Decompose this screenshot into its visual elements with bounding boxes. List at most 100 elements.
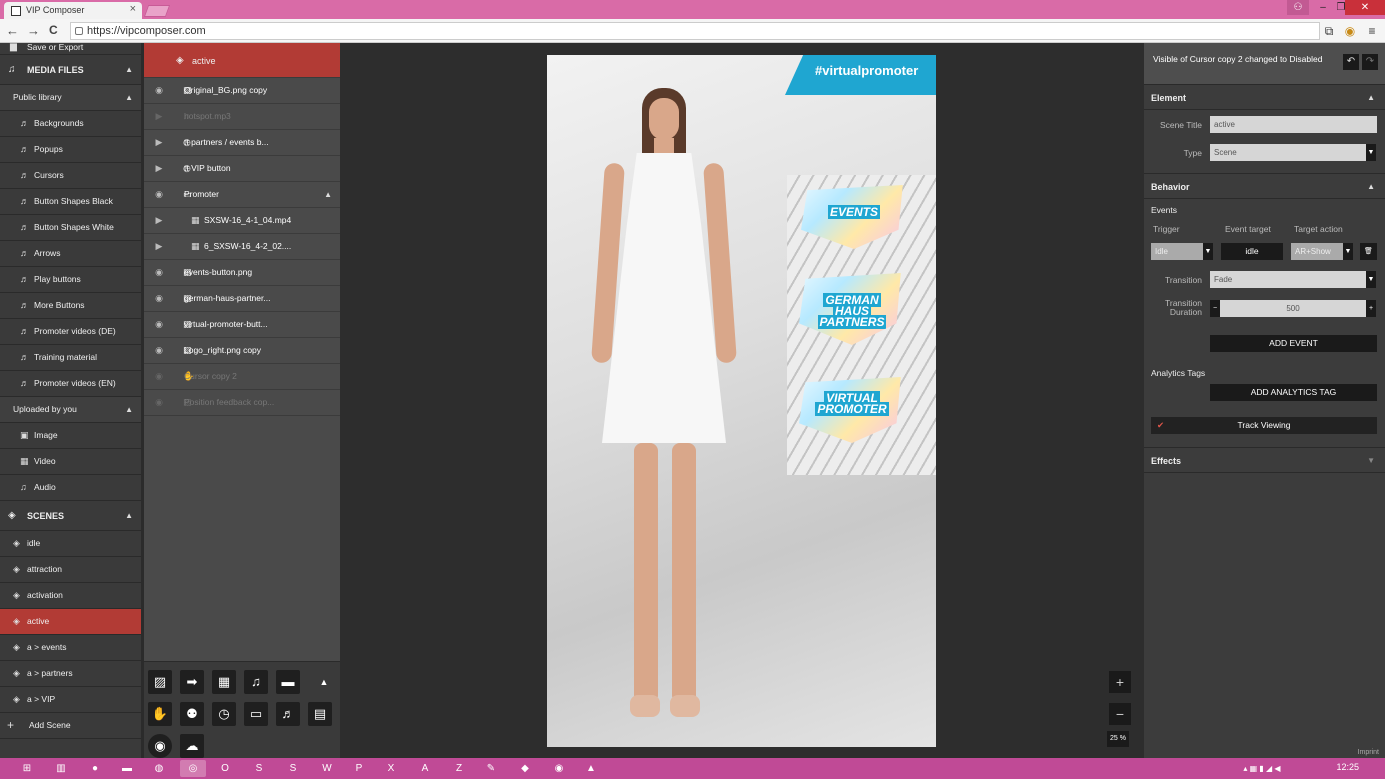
start-icon[interactable]: ⊞: [14, 760, 40, 777]
music-tool-icon[interactable]: ♫: [244, 670, 268, 694]
public-library-item[interactable]: ♬ Arrows: [0, 241, 141, 267]
add-analytics-tag-button[interactable]: ADD ANALYTICS TAG: [1210, 384, 1377, 401]
powerpoint-icon[interactable]: P: [346, 760, 372, 777]
layer-row[interactable]: ▶ ♫ hotspot.mp3: [144, 104, 340, 130]
chevron-down-icon[interactable]: ▼: [1367, 448, 1375, 474]
public-library-item[interactable]: ♬ Popups: [0, 137, 141, 163]
public-library-item[interactable]: ♬ Play buttons: [0, 267, 141, 293]
decrement-button[interactable]: −: [1210, 300, 1220, 317]
people-tool-icon[interactable]: ⚉: [180, 702, 204, 726]
public-library-item[interactable]: ♬ Promoter videos (EN): [0, 371, 141, 397]
chevron-down-icon[interactable]: ▼: [1203, 243, 1213, 260]
collapse-icon[interactable]: ▲: [1367, 85, 1375, 111]
skype-icon[interactable]: S: [246, 760, 272, 777]
trigger-select[interactable]: Idle: [1151, 243, 1203, 260]
trash-icon[interactable]: 🗑: [1360, 243, 1377, 260]
undo-icon[interactable]: ↶: [1343, 54, 1359, 70]
collapse-toolbox-icon[interactable]: ▲: [312, 670, 336, 694]
type-select[interactable]: Scene: [1210, 144, 1366, 161]
layer-row[interactable]: ◉ ▨ Position feedback cop...: [144, 390, 340, 416]
target-tool-icon[interactable]: ◉: [148, 734, 172, 758]
public-library-item[interactable]: ♬ Button Shapes White: [0, 215, 141, 241]
layer-row[interactable]: ◉ ▨ Logo_right.png copy: [144, 338, 340, 364]
layer-row[interactable]: ◉ ✋ Cursor copy 2: [144, 364, 340, 390]
scene-item[interactable]: ◈ idle: [0, 531, 141, 557]
behavior-section-header[interactable]: Behavior ▲: [1144, 173, 1385, 199]
layer-row[interactable]: ▶ ▦ 6_SXSW-16_4-2_02....: [144, 234, 340, 260]
playlist-tool-icon[interactable]: ♬: [276, 702, 300, 726]
scene-title-input[interactable]: active: [1210, 116, 1377, 133]
tab-close-icon[interactable]: ×: [130, 3, 136, 15]
add-scene-button[interactable]: + Add Scene: [0, 713, 141, 739]
image-tool-icon[interactable]: ▨: [148, 670, 172, 694]
eye-icon[interactable]: ◉: [153, 390, 165, 415]
public-library-item[interactable]: ♬ Button Shapes Black: [0, 189, 141, 215]
layer-row[interactable]: ◉ ▭ Promoter ▲: [144, 182, 340, 208]
zoom-in-button[interactable]: +: [1109, 671, 1131, 693]
app-icon[interactable]: ●: [82, 760, 108, 777]
clock-tool-icon[interactable]: ◷: [212, 702, 236, 726]
redo-icon[interactable]: ↷: [1362, 54, 1378, 70]
scene-item[interactable]: ◈ active: [0, 609, 141, 635]
button-tool-icon[interactable]: ▭: [244, 702, 268, 726]
chevron-down-icon[interactable]: ▼: [1366, 271, 1376, 288]
add-event-button[interactable]: ADD EVENT: [1210, 335, 1377, 352]
save-export-item[interactable]: ▆ Save or Export: [0, 43, 141, 55]
media-files-header[interactable]: ♫ MEDIA FILES ▲: [0, 55, 141, 85]
scenes-header[interactable]: ◈ SCENES ▲: [0, 501, 141, 531]
firefox-icon[interactable]: ◍: [146, 760, 172, 777]
play-icon[interactable]: ▶: [153, 208, 165, 233]
collapse-icon[interactable]: ▲: [125, 501, 133, 531]
collapse-icon[interactable]: ▲: [125, 397, 133, 422]
chevron-down-icon[interactable]: ▼: [1343, 243, 1353, 260]
skype-business-icon[interactable]: S: [280, 760, 306, 777]
collapse-icon[interactable]: ▲: [125, 85, 133, 110]
track-viewing-toggle[interactable]: ✔ Track Viewing: [1151, 417, 1377, 434]
reload-icon[interactable]: C: [49, 23, 58, 38]
play-icon[interactable]: ▶: [153, 130, 165, 155]
back-icon[interactable]: ←: [6, 23, 19, 38]
collapse-icon[interactable]: ▲: [324, 182, 332, 207]
scene-item[interactable]: ◈ attraction: [0, 557, 141, 583]
public-library-item[interactable]: ♬ Cursors: [0, 163, 141, 189]
scene-preview[interactable]: #virtualpromoter EVENTS GERMAN HAUS PART…: [547, 55, 936, 747]
imprint-link[interactable]: Imprint: [1358, 749, 1379, 756]
page-action-icon[interactable]: ⧉: [1321, 23, 1337, 39]
eye-icon[interactable]: ◉: [153, 338, 165, 363]
gallery-tool-icon[interactable]: ▤: [308, 702, 332, 726]
play-icon[interactable]: ▶: [153, 234, 165, 259]
event-target-select[interactable]: idle: [1221, 243, 1283, 260]
filezilla-icon[interactable]: Z: [446, 760, 472, 777]
cloud-upload-tool-icon[interactable]: ☁: [180, 734, 204, 758]
transition-duration-input[interactable]: 500: [1220, 300, 1366, 317]
layer-row[interactable]: ◉ ▨ events-button.png: [144, 260, 340, 286]
target-action-select[interactable]: AR+Show: [1291, 243, 1343, 260]
excel-icon[interactable]: X: [378, 760, 404, 777]
eye-icon[interactable]: ◉: [153, 260, 165, 285]
explorer-icon[interactable]: ▬: [114, 760, 140, 777]
hand-tool-icon[interactable]: ✋: [148, 702, 172, 726]
chrome-icon[interactable]: ◎: [180, 760, 206, 777]
vlc-icon[interactable]: ▲: [578, 760, 604, 777]
collapse-icon[interactable]: ▲: [1367, 174, 1375, 200]
eye-icon[interactable]: ◉: [153, 182, 165, 207]
eye-icon[interactable]: ◉: [153, 364, 165, 389]
effects-section-header[interactable]: Effects ▼: [1144, 447, 1385, 473]
outlook-icon[interactable]: O: [212, 760, 238, 777]
public-library-item[interactable]: ♬ Promoter videos (DE): [0, 319, 141, 345]
scene-item[interactable]: ◈ a > events: [0, 635, 141, 661]
url-input[interactable]: https://vipcomposer.com: [70, 22, 1320, 40]
scene-item[interactable]: ◈ activation: [0, 583, 141, 609]
layer-row[interactable]: ▶ ◷ tt VIP button: [144, 156, 340, 182]
film-tool-icon[interactable]: ▦: [212, 670, 236, 694]
folder-tool-icon[interactable]: ▬: [276, 670, 300, 694]
uploaded-by-you-header[interactable]: Uploaded by you ▲: [0, 397, 141, 423]
public-library-item[interactable]: ♬ Training material: [0, 345, 141, 371]
zoom-out-button[interactable]: −: [1109, 703, 1131, 725]
eye-icon[interactable]: ◉: [153, 286, 165, 311]
system-tray-icons[interactable]: ▴ ▦ ▮ ◢ ◀: [1232, 760, 1292, 777]
tool-icon[interactable]: ◆: [512, 760, 538, 777]
layer-row[interactable]: ▶ ◷ tt partners / events b...: [144, 130, 340, 156]
uploaded-item-audio[interactable]: ♫ Audio: [0, 475, 141, 501]
element-section-header[interactable]: Element ▲: [1144, 84, 1385, 110]
